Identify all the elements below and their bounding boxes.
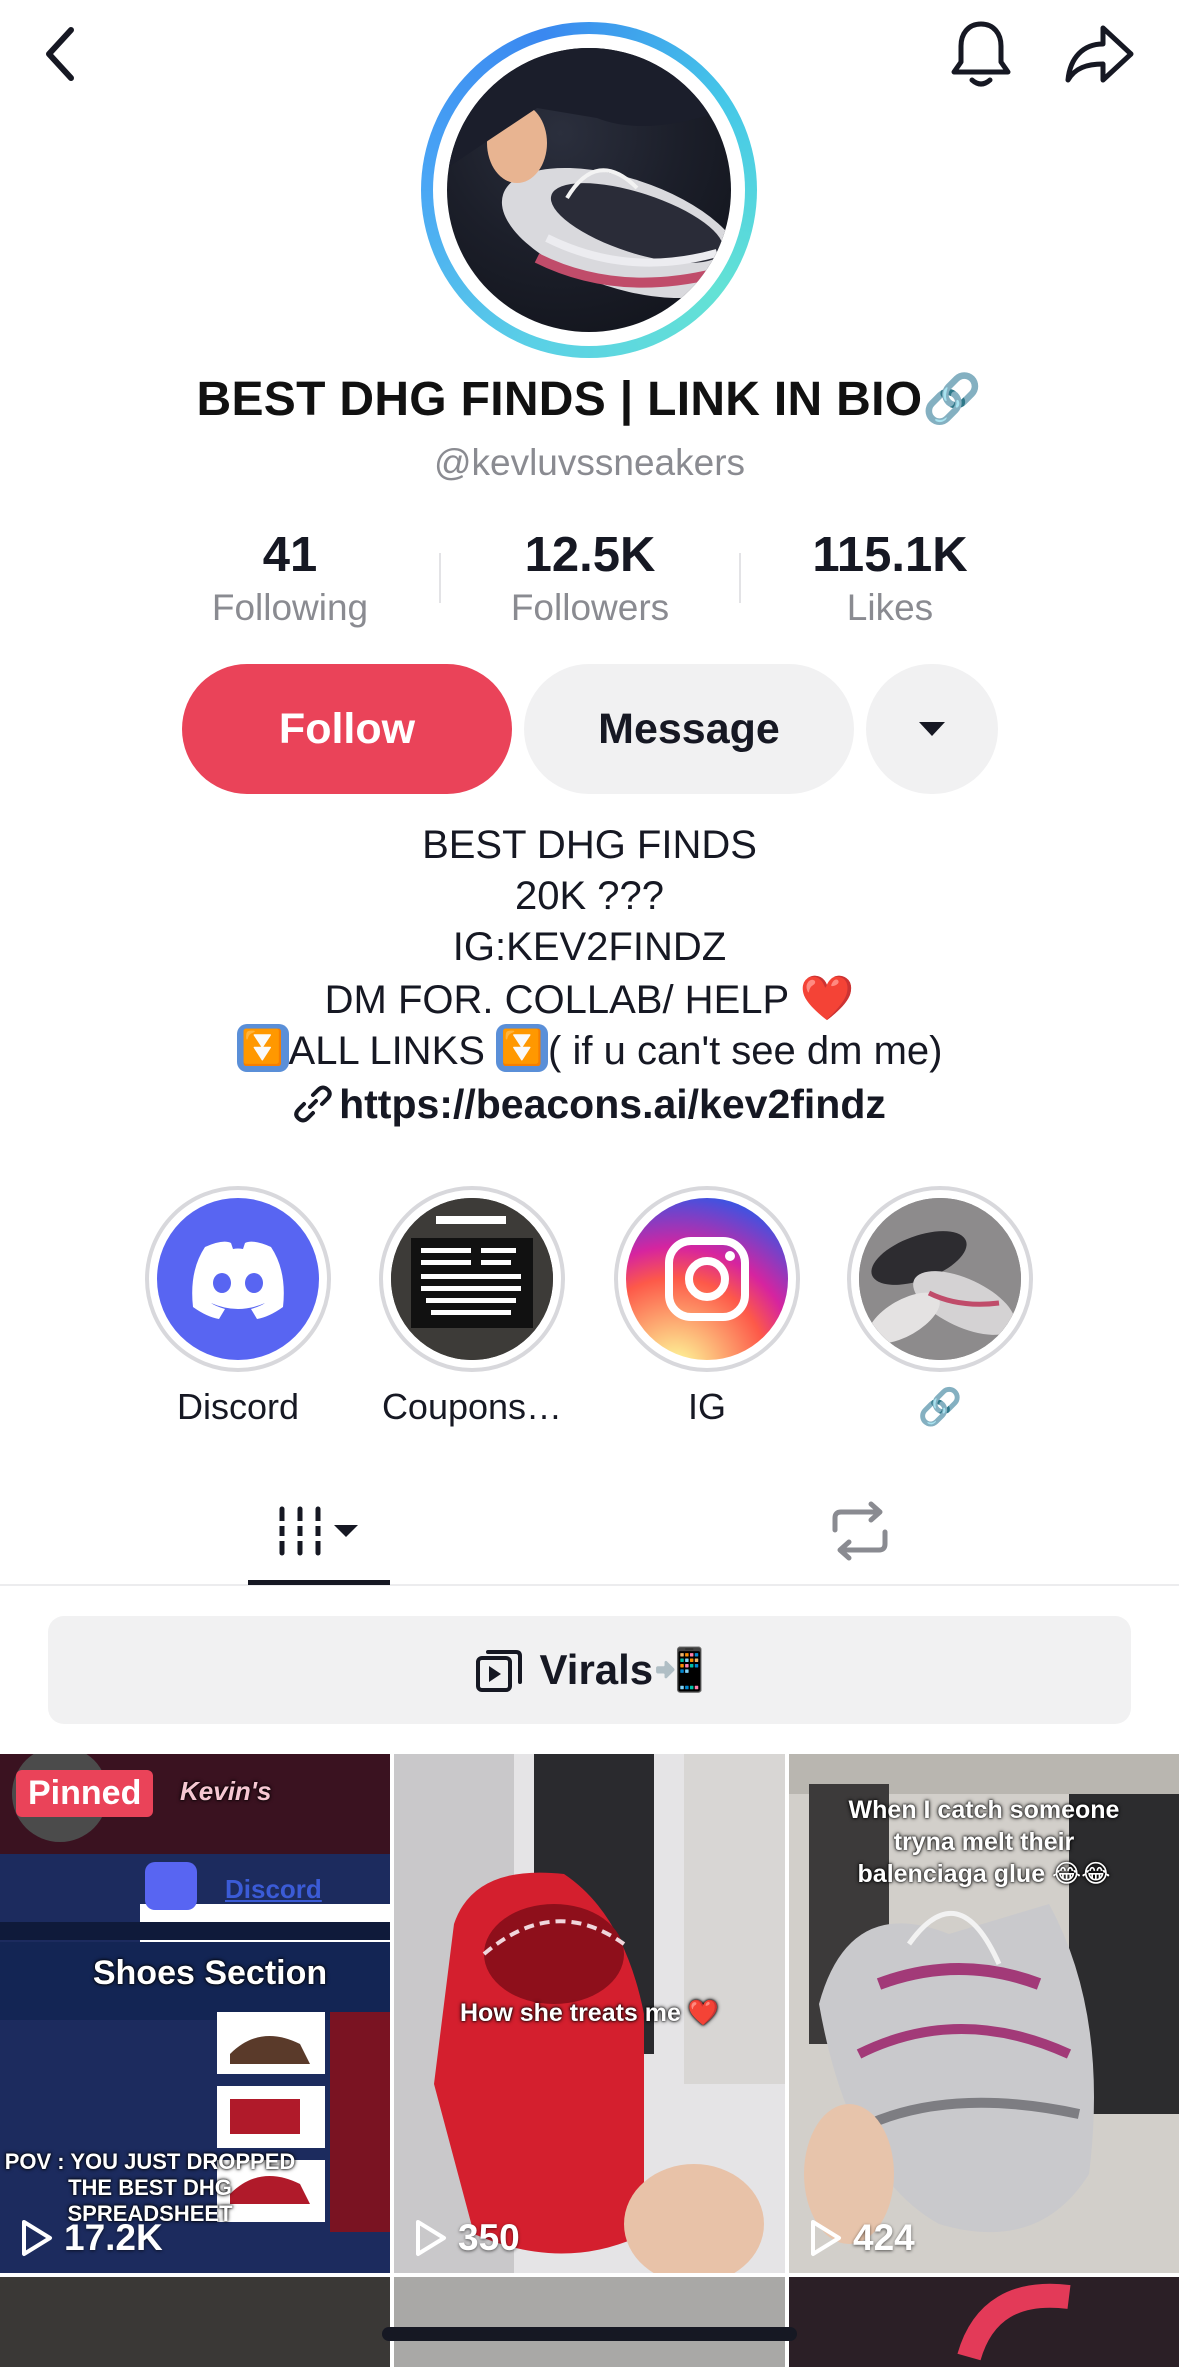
share-arrow-icon	[1065, 25, 1134, 83]
avatar-story-ring[interactable]	[421, 22, 757, 358]
stat-label: Likes	[846, 587, 934, 628]
video-caption: How she treats me ❤️	[460, 1999, 719, 2027]
stat-followers[interactable]: 12.5K Followers	[440, 525, 740, 631]
tab-videos[interactable]	[248, 1486, 390, 1576]
chevron-left-icon	[46, 27, 74, 81]
video-tile[interactable]	[0, 2277, 390, 2367]
view-count-value: 17.2K	[64, 2217, 163, 2258]
highlight-label: 🔗	[917, 1386, 963, 1427]
highlight-instagram[interactable]: IG	[597, 1186, 817, 1428]
play-icon	[22, 2220, 52, 2256]
home-indicator	[382, 2327, 797, 2341]
profile-stats: 41 Following 12.5K Followers 115.1K Like…	[140, 525, 1040, 635]
avatar	[447, 48, 731, 332]
notification-bell-button[interactable]	[936, 14, 1026, 94]
playlist-virals[interactable]: Virals📲	[48, 1616, 1131, 1724]
profile-display-name: BEST DHG FINDS | LINK IN BIO🔗	[196, 373, 983, 426]
bio-line-collab: DM FOR. COLLAB/ HELP ❤️	[0, 973, 1179, 1024]
video-thumbnail	[957, 2283, 1071, 2361]
message-button[interactable]: Message	[524, 664, 854, 794]
discord-icon	[157, 1198, 319, 1360]
view-count: 17.2K	[18, 2217, 163, 2259]
bio-line: 20K ???	[514, 874, 665, 918]
highlight-label: Coupons…	[381, 1386, 563, 1427]
bio-line: BEST DHG FINDS	[422, 823, 757, 867]
video-tile[interactable]	[394, 2277, 785, 2367]
coupon-image	[391, 1198, 553, 1360]
sneaker-image	[859, 1198, 1021, 1360]
stat-likes[interactable]: 115.1K Likes	[740, 525, 1040, 631]
bell-icon	[951, 21, 1011, 87]
bio-link-text: https://beacons.ai/kev2findz	[339, 1081, 886, 1127]
bio-line-links: ALL LINKS ( if u can't see dm me)	[0, 1024, 1179, 1075]
stat-label: Followers	[510, 587, 670, 628]
bio-text: DM FOR. COLLAB/ HELP	[324, 978, 789, 1022]
link-icon	[294, 1085, 332, 1123]
video-caption: POV : YOU JUST DROPPED THE BEST DHG SPRE…	[4, 2149, 296, 2226]
back-button[interactable]	[16, 14, 106, 94]
bio-line: IG:KEV2FINDZ	[452, 925, 727, 969]
active-tab-indicator	[248, 1580, 390, 1585]
follow-button[interactable]: Follow	[182, 664, 512, 794]
view-count-value: 350	[458, 2217, 520, 2258]
repost-icon	[832, 1501, 888, 1561]
sneaker-avatar-image	[447, 48, 731, 299]
video-tile[interactable]: When I catch someone tryna melt their ba…	[789, 1754, 1179, 2273]
more-options-button[interactable]	[866, 664, 998, 794]
view-count: 350	[412, 2217, 520, 2259]
video-grid: Pinned Kevin's Discord Shoes Section POV…	[0, 1754, 1179, 2367]
stat-value: 115.1K	[812, 528, 968, 582]
play-icon	[811, 2220, 841, 2256]
video-discord-text: Discord	[225, 1874, 322, 1904]
double-down-arrow-icon	[236, 1024, 289, 1072]
stat-value: 12.5K	[524, 528, 656, 582]
video-tile[interactable]	[789, 2277, 1179, 2367]
instagram-icon	[626, 1198, 788, 1360]
tab-reposts[interactable]	[815, 1486, 905, 1576]
video-tile[interactable]: Pinned Kevin's Discord Shoes Section POV…	[0, 1754, 390, 2273]
highlight-discord[interactable]: Discord	[128, 1186, 348, 1428]
stat-label: Following	[211, 587, 369, 628]
pinned-badge: Pinned	[16, 1770, 154, 1817]
bio-link[interactable]: https://beacons.ai/kev2findz	[0, 1079, 1179, 1130]
highlight-label: IG	[687, 1386, 726, 1427]
view-count: 424	[807, 2217, 915, 2259]
caret-down-icon	[919, 722, 945, 736]
video-caption: When I catch someone tryna melt their ba…	[848, 1796, 1120, 1888]
video-brand-text: Kevin's	[180, 1776, 272, 1806]
heart-icon: ❤️	[799, 974, 855, 1023]
view-count-value: 424	[853, 2217, 915, 2258]
profile-handle: @kevluvssneakers	[433, 442, 746, 483]
share-button[interactable]	[1055, 14, 1145, 94]
playlist-icon	[475, 1650, 522, 1692]
video-section-text: Shoes Section	[92, 1954, 328, 1992]
grid-icon	[277, 1506, 358, 1556]
highlight-label: Discord	[176, 1386, 300, 1427]
profile-bio: BEST DHG FINDS 20K ??? IG:KEV2FINDZ DM F…	[0, 820, 1179, 1130]
playlist-label: Virals📲	[539, 1645, 706, 1693]
bio-text: ALL LINKS	[288, 1029, 485, 1073]
bio-text: ( if u can't see dm me)	[548, 1029, 943, 1073]
video-tile[interactable]: How she treats me ❤️ 350	[394, 1754, 785, 2273]
stat-value: 41	[262, 528, 318, 582]
highlight-coupons[interactable]: Coupons…	[362, 1186, 582, 1428]
stat-following[interactable]: 41 Following	[140, 525, 440, 631]
highlight-links[interactable]: 🔗	[830, 1186, 1050, 1428]
double-down-arrow-icon	[496, 1024, 549, 1072]
play-icon	[416, 2220, 446, 2256]
profile-tabs	[0, 1466, 1179, 1586]
story-highlights: Discord Coupons… IG 🔗	[0, 1186, 1179, 1428]
